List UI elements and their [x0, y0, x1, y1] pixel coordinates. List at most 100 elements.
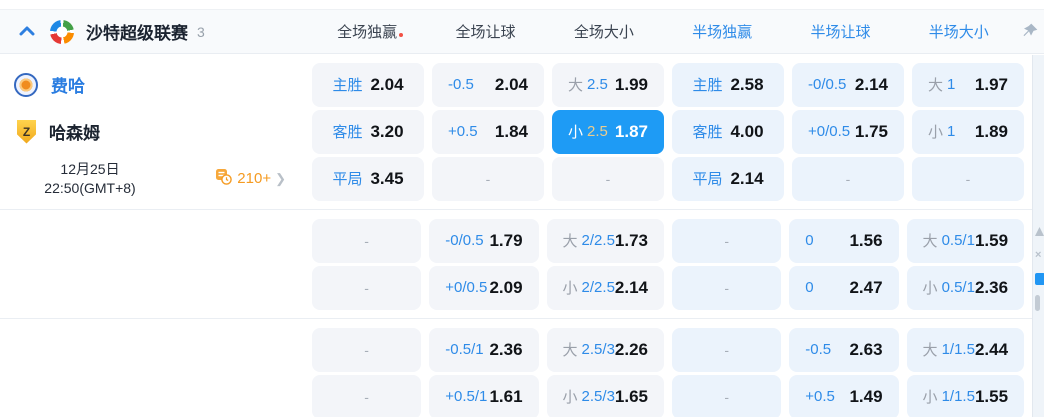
odds-value: 2.63	[849, 339, 883, 359]
odds-cell-wrap: -	[308, 265, 425, 310]
total-line: 1	[947, 123, 956, 140]
total-line: 1	[947, 76, 956, 93]
empty-odds-cell: -	[792, 156, 904, 201]
odds-cell-wrap: 客胜 3.20	[308, 109, 428, 154]
moneyline-odds-cell[interactable]: 主胜 2.04	[312, 62, 424, 107]
overunder-odds-cell[interactable]: 大 2/2.5 1.73	[546, 218, 665, 263]
overunder-label-group: 大 2/2.5	[563, 230, 615, 251]
moneyline-odds-cell[interactable]: 主胜 2.58	[672, 62, 784, 107]
empty-odds-cell: -	[432, 156, 544, 201]
odds-value: 2.58	[730, 74, 764, 94]
overunder-odds-cell-selected[interactable]: 小 2.5 1.87	[552, 109, 664, 154]
overunder-odds-cell[interactable]: 小 2/2.5 2.14	[546, 265, 665, 310]
overunder-odds-cell[interactable]: 小 2.5/3 1.65	[546, 374, 665, 417]
odds-value: 1.59	[974, 230, 1009, 250]
handicap-odds-cell[interactable]: -0.5/1 2.36	[429, 327, 539, 372]
league-header: 沙特超级联赛 3 全场独赢 全场让球 全场大小 半场独赢 半场让球 半场大小	[0, 10, 1044, 54]
odds-cell-wrap: +0.5 1.84	[428, 109, 548, 154]
handicap-odds-cell[interactable]: +0.5/1 1.61	[429, 374, 539, 417]
total-line: 2.5/3	[581, 388, 615, 405]
odds-cell-wrap: -	[548, 156, 668, 201]
odds-value: 2.36	[974, 277, 1009, 297]
column-header-fulltime-overunder[interactable]: 全场大小	[545, 21, 663, 42]
markets-list-clock-icon	[215, 168, 233, 190]
handicap-odds-cell[interactable]: +0.5 1.49	[789, 374, 899, 417]
selection-label: 客胜	[332, 124, 363, 141]
handicap-odds-cell[interactable]: 0 1.56	[789, 218, 899, 263]
selection-label: 主胜	[692, 77, 723, 94]
column-header-halftime-1x2[interactable]: 半场独赢	[663, 21, 781, 42]
away-team-name[interactable]: 哈森姆	[49, 119, 100, 144]
empty-odds-cell: -	[672, 218, 782, 263]
row-left: 费哈	[0, 72, 308, 97]
handicap-odds-cell[interactable]: 0 2.47	[789, 265, 899, 310]
overunder-odds-cell[interactable]: 大 1 1.97	[912, 62, 1024, 107]
odds-cell-wrap: -	[668, 265, 785, 310]
handicap-odds-cell[interactable]: +0.5 1.84	[432, 109, 544, 154]
overunder-label-group: 小 0.5/1	[923, 277, 975, 298]
column-header-fulltime-1x2[interactable]: 全场独赢	[308, 21, 426, 42]
odds-value: 1.61	[489, 386, 523, 406]
odds-value: 3.45	[370, 168, 404, 188]
overunder-label-group: 大 2.5/3	[563, 339, 615, 360]
odds-cell-wrap: -0.5 2.63	[785, 327, 902, 372]
handicap-odds-cell[interactable]: -0/0.5 1.79	[429, 218, 539, 263]
moneyline-odds-cell[interactable]: 平局 2.14	[672, 156, 784, 201]
handicap-line: -0.5/1	[445, 341, 484, 358]
over-under-side: 大	[922, 233, 938, 250]
handicap-line: -0.5	[805, 341, 832, 358]
overunder-odds-cell[interactable]: 小 1/1.5 1.55	[906, 374, 1025, 417]
handicap-odds-cell[interactable]: -0/0.5 2.14	[792, 62, 904, 107]
moneyline-odds-cell[interactable]: 客胜 4.00	[672, 109, 784, 154]
empty-odds-cell: -	[312, 265, 422, 310]
overunder-odds-cell[interactable]: 小 0.5/1 2.36	[906, 265, 1025, 310]
odds-value: 2.14	[730, 168, 764, 188]
odds-cell-wrap: +0.5/1 1.61	[425, 374, 542, 417]
overunder-odds-cell[interactable]: 小 1 1.89	[912, 109, 1024, 154]
odds-value: 2.36	[489, 339, 523, 359]
odds-cell-wrap: -	[668, 218, 785, 263]
column-header-halftime-overunder[interactable]: 半场大小	[900, 21, 1018, 42]
overunder-odds-cell[interactable]: 大 1/1.5 2.44	[906, 327, 1025, 372]
odds-cell-wrap: 小 2.5 1.87	[548, 109, 668, 154]
total-line: 2/2.5	[581, 232, 615, 249]
over-under-side: 大	[928, 77, 944, 94]
clipped-blue-chip-icon[interactable]	[1035, 273, 1044, 285]
odds-value: 1.99	[614, 74, 648, 94]
handicap-line: -0/0.5	[445, 232, 484, 249]
collapse-button[interactable]	[16, 21, 38, 43]
odds-cell-wrap: -0/0.5 2.14	[788, 62, 908, 107]
overunder-odds-cell[interactable]: 大 2.5/3 2.26	[546, 327, 665, 372]
more-markets-button[interactable]: 210+ ❯	[215, 168, 286, 190]
odds-value: 1.65	[614, 386, 649, 406]
handicap-odds-cell[interactable]: +0/0.5 2.09	[429, 265, 539, 310]
odds-cell-wrap: -	[908, 156, 1028, 201]
handicap-line: +0.5	[805, 388, 835, 405]
moneyline-odds-cell[interactable]: 客胜 3.20	[312, 109, 424, 154]
pin-button[interactable]	[1020, 21, 1042, 43]
scrollbar-thumb[interactable]	[1035, 295, 1040, 311]
handicap-line: -0.5	[448, 76, 474, 93]
handicap-odds-cell[interactable]: -0.5 2.04	[432, 62, 544, 107]
odds-value: 2.04	[494, 74, 528, 94]
odds-body: 费哈 主胜 2.04 -0.5 2.04 大 2.5 1.99 主胜 2.58 -0/0.5 2.14…	[0, 54, 1044, 417]
total-line: 0.5/1	[941, 232, 975, 249]
row-left: Z 哈森姆	[0, 119, 308, 144]
column-header-fulltime-handicap[interactable]: 全场让球	[426, 21, 544, 42]
selection-label: 平局	[332, 171, 363, 188]
clipped-close-icon[interactable]: ×	[1035, 250, 1044, 261]
moneyline-odds-cell[interactable]: 平局 3.45	[312, 156, 424, 201]
pushpin-icon	[1020, 23, 1040, 45]
handicap-odds-cell[interactable]: -0.5 2.63	[789, 327, 899, 372]
odds-cell-wrap: 客胜 4.00	[668, 109, 788, 154]
handicap-odds-cell[interactable]: +0/0.5 1.75	[792, 109, 904, 154]
home-team-name[interactable]: 费哈	[51, 72, 85, 97]
overunder-label-group: 大 2.5	[568, 74, 608, 95]
overunder-odds-cell[interactable]: 大 2.5 1.99	[552, 62, 664, 107]
clipped-widget-icon[interactable]	[1035, 227, 1044, 236]
column-header-halftime-handicap[interactable]: 半场让球	[781, 21, 899, 42]
overunder-label-group: 小1	[928, 121, 955, 142]
league-name[interactable]: 沙特超级联赛	[86, 19, 188, 44]
odds-value: 2.14	[614, 277, 649, 297]
overunder-odds-cell[interactable]: 大 0.5/1 1.59	[906, 218, 1025, 263]
